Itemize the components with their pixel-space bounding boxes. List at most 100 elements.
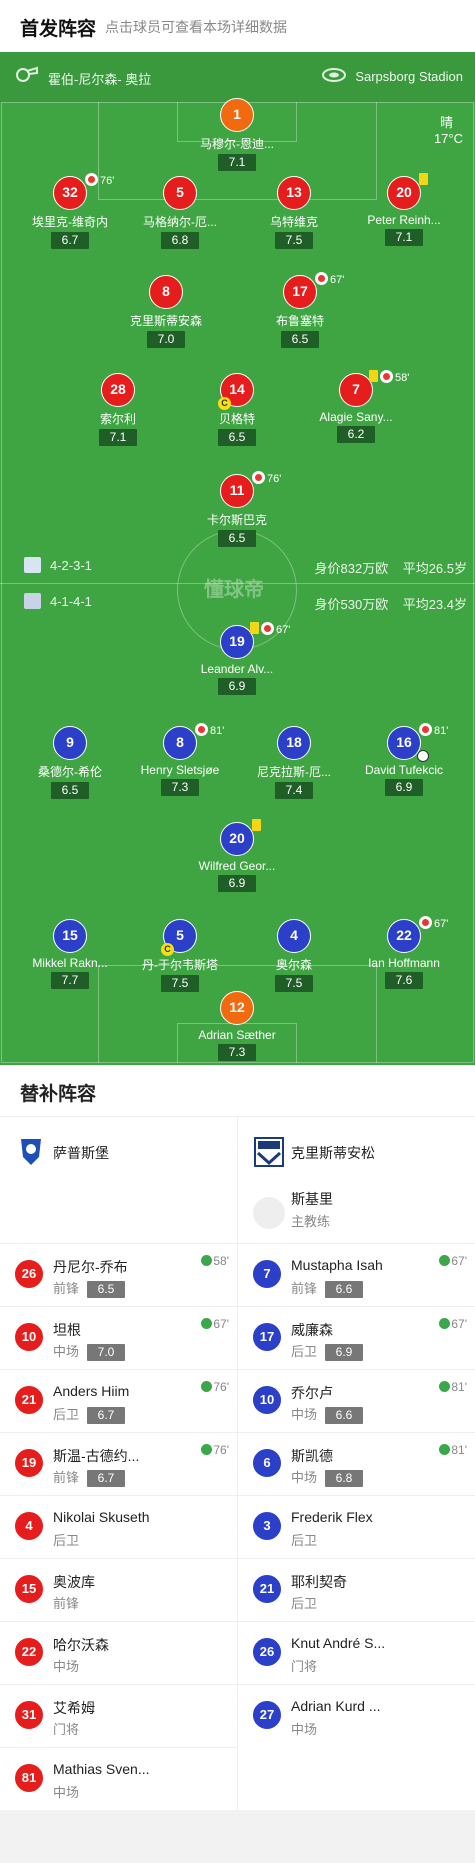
sub-player-row[interactable]: 21 耶利契奇 后卫 [238, 1558, 475, 1621]
player-rating: 6.8 [161, 232, 199, 249]
sub-on-icon [439, 1444, 451, 1455]
sub-player-row[interactable]: 17 威廉森 后卫 6.9 67' [238, 1306, 475, 1369]
sub-player-row[interactable]: 3 Frederik Flex 后卫 [238, 1495, 475, 1558]
sub-player-position-wrap: 中场 7.0 [53, 1341, 126, 1361]
home-player-2[interactable]: 32 埃里克-维奇内 6.7 76' [15, 173, 125, 249]
away-player-1[interactable]: 19 Leander Alv... 6.9 67' [182, 622, 292, 695]
sub-player-number: 15 [14, 1574, 44, 1604]
sub-player-position-wrap: 中场 6.6 [291, 1404, 364, 1424]
sub-on-icon [439, 1255, 451, 1266]
sub-player-row[interactable]: 7 Mustapha Isah 前锋 6.6 67' [238, 1243, 475, 1306]
sub-player-position-wrap: 门将 [291, 1656, 317, 1675]
sub-player-name: 哈尔沃森 [53, 1637, 109, 1653]
sub-player-position: 后卫 [291, 1344, 318, 1359]
sub-player-row[interactable]: 19 斯温-古德约... 前锋 6.7 76' [0, 1432, 237, 1495]
away-player-7[interactable]: 15 Mikkel Rakn... 7.7 [15, 919, 125, 989]
home-player-8[interactable]: 28 索尔利 7.1 [63, 373, 173, 446]
sub-on-indicator: 58' [201, 1254, 229, 1268]
sub-player-row[interactable]: 21 Anders Hiim 后卫 6.7 76' [0, 1369, 237, 1432]
home-player-6[interactable]: 8 克里斯蒂安森 7.0 [111, 275, 221, 348]
away-player-8[interactable]: 5 丹-于尔韦斯塔 7.5 C [125, 919, 235, 992]
sub-off-minute: 67' [434, 918, 449, 930]
player-rating: 7.4 [275, 782, 313, 799]
yellow-card-icon [250, 622, 259, 634]
player-rating: 6.9 [218, 678, 256, 695]
temperature-label: 17°C [433, 131, 463, 146]
match-info-bar: 霍伯-尼尔森- 奥拉 Sarpsborg Stadion [0, 52, 475, 102]
sub-player-name: Mustapha Isah [291, 1257, 383, 1273]
home-player-7[interactable]: 17 布鲁塞特 6.5 67' [245, 272, 355, 348]
sub-player-rating: 6.8 [325, 1470, 364, 1487]
sub-player-row[interactable]: 22 哈尔沃森 中场 [0, 1621, 237, 1684]
player-number: 9 [53, 726, 87, 760]
sub-on-icon [201, 1444, 213, 1455]
away-player-4[interactable]: 18 尼克拉斯-厄... 7.4 [239, 726, 349, 799]
sub-player-position-wrap: 后卫 6.9 [291, 1341, 364, 1361]
player-number: 5 [163, 176, 197, 210]
sub-player-position-wrap: 中场 [53, 1782, 79, 1801]
coach-card[interactable]: 斯基里 主教练 [253, 1185, 463, 1237]
player-name: 马格纳尔-厄... [143, 215, 217, 229]
home-player-11[interactable]: 11 卡尔斯巴克 6.5 76' [182, 471, 292, 547]
player-rating: 6.2 [337, 426, 375, 443]
home-player-3[interactable]: 5 马格纳尔-厄... 6.8 [125, 176, 235, 249]
player-rating: 7.7 [51, 972, 89, 989]
player-name: 埃里克-维奇内 [32, 215, 108, 229]
home-player-5[interactable]: 20 Peter Reinh... 7.1 [349, 173, 459, 246]
player-name: 桑德尔-希伦 [38, 765, 102, 779]
sub-player-row[interactable]: 31 艾希姆 门将 [0, 1684, 237, 1747]
player-name: Leander Alv... [200, 662, 274, 676]
sub-player-position: 前锋 [53, 1470, 80, 1485]
sub-player-row[interactable]: 27 Adrian Kurd ... 中场 [238, 1684, 475, 1747]
sub-player-row[interactable]: 10 乔尔卢 中场 6.6 81' [238, 1369, 475, 1432]
sub-on-minute: 67' [451, 1317, 467, 1331]
sub-player-name: 坦根 [53, 1322, 81, 1338]
sub-on-indicator: 67' [439, 1254, 467, 1268]
sub-player-row[interactable]: 4 Nikolai Skuseth 后卫 [0, 1495, 237, 1558]
sub-player-row[interactable]: 6 斯凯德 中场 6.8 81' [238, 1432, 475, 1495]
sub-off-icon [419, 916, 432, 929]
sub-player-rating: 6.7 [87, 1470, 126, 1487]
home-team-value: 身价832万欧 平均26.5岁 [315, 558, 467, 577]
sub-on-minute: 76' [213, 1380, 229, 1394]
player-number: 22 [387, 919, 421, 953]
sub-player-row[interactable]: 26 Knut André S... 门将 [238, 1621, 475, 1684]
coach-role: 主教练 [291, 1214, 331, 1229]
away-player-11[interactable]: 12 Adrian Sæther 7.3 [182, 991, 292, 1061]
player-rating: 7.5 [161, 975, 199, 992]
away-player-5[interactable]: 16 David Tufekcic 6.9 81' [349, 723, 459, 796]
sub-player-rating: 6.6 [325, 1281, 364, 1298]
sub-player-position-wrap: 后卫 6.7 [53, 1404, 126, 1424]
sub-player-row[interactable]: 26 丹尼尔-乔布 前锋 6.5 58' [0, 1243, 237, 1306]
away-player-6[interactable]: 20 Wilfred Geor... 6.9 [182, 819, 292, 892]
away-player-3[interactable]: 8 Henry Sletsjøe 7.3 81' [125, 723, 235, 796]
sub-off-indicator: 81' [419, 723, 448, 737]
home-subs-panel: 萨普斯堡 26 丹尼尔-乔布 前锋 6.5 58' 10 坦根 中场 7.0 67' 21 Ander… [0, 1117, 237, 1810]
sub-player-row[interactable]: 10 坦根 中场 7.0 67' [0, 1306, 237, 1369]
sub-off-indicator: 67' [419, 916, 448, 930]
goal-ball-icon [417, 750, 429, 762]
home-player-4[interactable]: 13 乌特维克 7.5 [239, 176, 349, 249]
player-name: Mikkel Rakn... [32, 956, 108, 970]
sub-player-row[interactable]: 15 奥波库 前锋 [0, 1558, 237, 1621]
player-name: 丹-于尔韦斯塔 [142, 958, 218, 972]
sub-player-name: Knut André S... [291, 1635, 386, 1651]
away-player-9[interactable]: 4 奥尔森 7.5 [239, 919, 349, 992]
yellow-card-icon [252, 819, 261, 831]
sub-player-position: 门将 [291, 1659, 318, 1674]
away-team-logo-icon [24, 593, 41, 609]
away-player-2[interactable]: 9 桑德尔-希伦 6.5 [15, 726, 125, 799]
sub-off-minute: 81' [434, 725, 449, 737]
player-rating: 7.3 [218, 1044, 256, 1061]
home-formation: 4-2-3-1 [50, 558, 92, 573]
sub-player-row[interactable]: 81 Mathias Sven... 中场 [0, 1747, 237, 1810]
sub-on-minute: 81' [451, 1443, 467, 1457]
watermark: 懂球帝 [204, 579, 264, 601]
home-player-10[interactable]: 7 Alagie Sany... 6.2 58' [301, 370, 411, 443]
sub-player-number: 21 [252, 1574, 282, 1604]
home-player-1[interactable]: 1 马穆尔-恩迪... 7.1 [182, 98, 292, 171]
away-player-10[interactable]: 22 Ian Hoffmann 7.6 67' [349, 916, 459, 989]
home-player-9[interactable]: 14 贝格特 6.5 C [182, 373, 292, 446]
player-rating: 7.5 [275, 232, 313, 249]
away-team-value: 身价530万欧 平均23.4岁 [315, 594, 467, 613]
